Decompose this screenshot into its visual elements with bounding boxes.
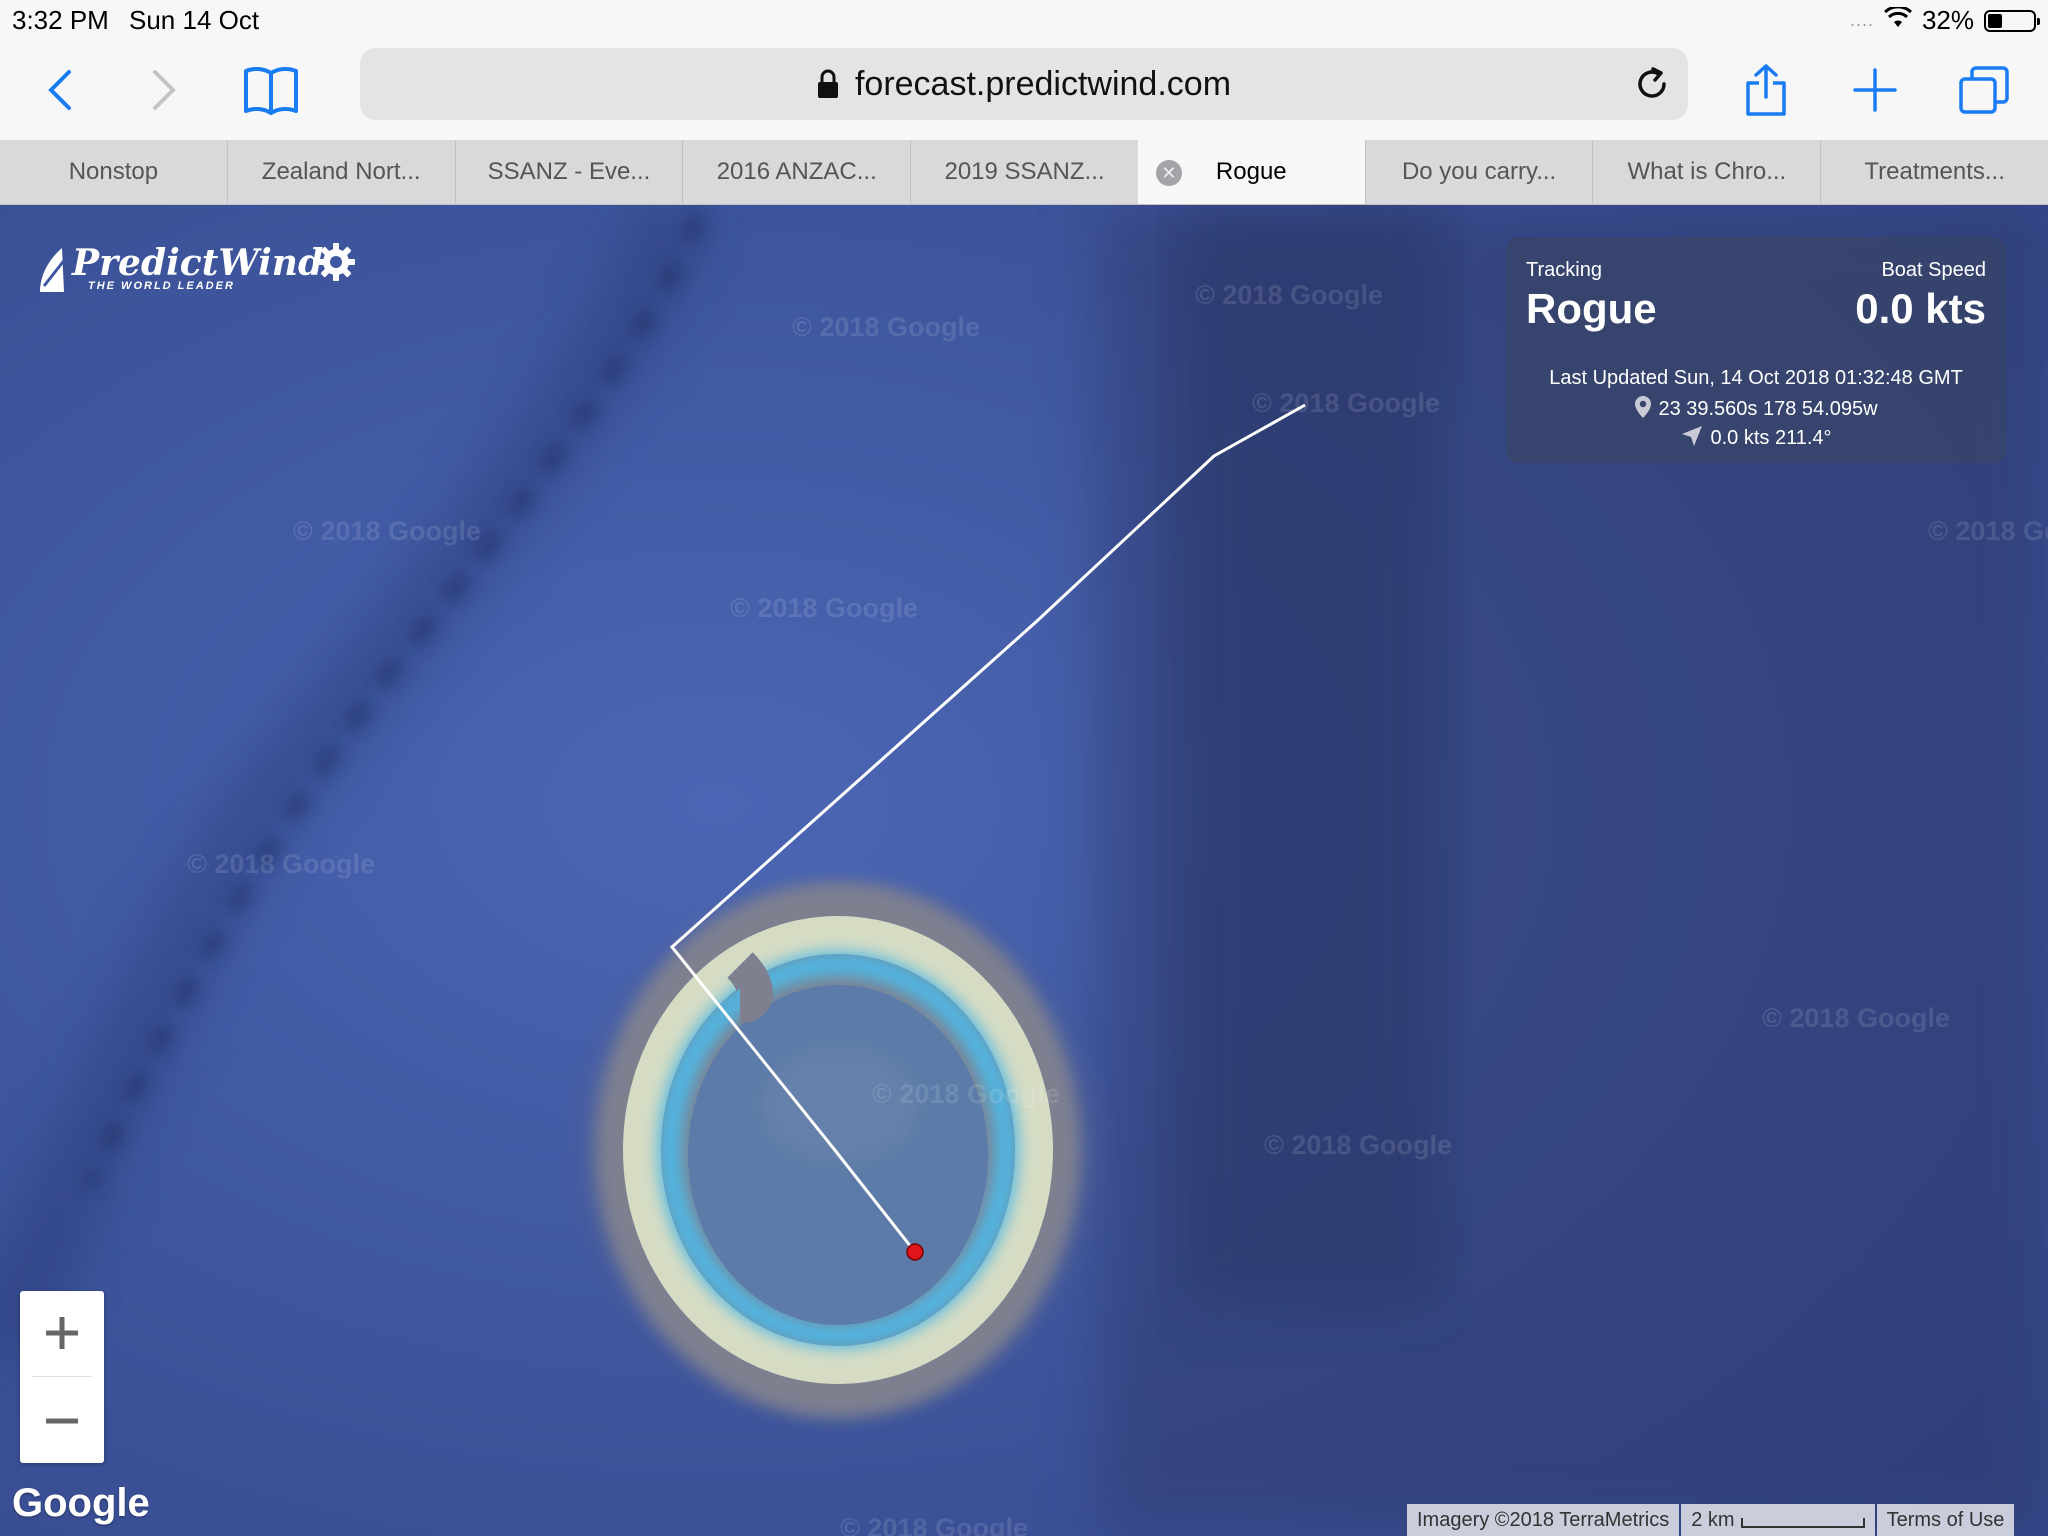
tab-zealand-north[interactable]: Zealand Nort... [226,140,455,204]
tab-do-you-carry[interactable]: Do you carry... [1364,140,1593,204]
url-text: forecast.predictwind.com [854,64,1232,103]
minus-icon [46,1418,78,1424]
tab-label: SSANZ - Eve... [487,158,651,185]
tab-label: What is Chro... [1627,158,1787,185]
heading-row: 0.0 kts 211.4° [1506,424,2006,450]
status-right: .... 32% [1849,5,2040,36]
settings-button[interactable] [316,242,356,287]
map-watermark: © 2018 Google [1928,516,2048,546]
reload-icon [1638,67,1666,98]
tab-2019-ssanz[interactable]: 2019 SSANZ... [910,140,1138,204]
position-row: 23 39.560s 178 54.095w [1506,395,2006,421]
scale-ruler [1740,1518,1865,1528]
chevron-right-icon [153,70,176,110]
map-watermark: © 2018 Google [1195,280,1383,310]
tab-2016-anzac[interactable]: 2016 ANZAC... [682,140,910,204]
status-date: Sun 14 Oct [129,5,260,35]
map-watermark: © 2018 Google [872,1079,1060,1109]
sail-logo-icon [40,248,68,292]
tab-label: 2019 SSANZ... [944,158,1105,185]
reload-button[interactable] [1634,66,1670,111]
battery-percent: 32% [1921,5,1974,35]
zoom-divider [32,1376,92,1377]
terms-of-use-link[interactable]: Terms of Use [1876,1504,2015,1536]
map-watermark: © 2018 Google [293,516,481,546]
address-bar[interactable]: forecast.predictwind.com [360,48,1688,120]
close-tab-icon[interactable]: ✕ [1155,160,1182,186]
share-button[interactable] [1736,60,1796,120]
plus-icon [1853,68,1897,112]
tracking-label: Tracking [1526,259,1602,281]
share-icon [1746,64,1786,116]
tracking-panel: Tracking Boat Speed Rogue 0.0 kts Last U… [1506,237,2006,463]
multitask-dots-icon: .... [1849,10,1874,30]
zoom-out-button[interactable] [20,1379,104,1463]
google-logo: Google [12,1481,150,1525]
lock-icon [817,69,838,98]
predictwind-logo[interactable]: PredictWind THE WORLD LEADER [38,242,323,292]
tab-label: Do you carry... [1401,158,1557,185]
heading-text: 0.0 kts 211.4° [1710,427,1832,449]
map-watermark: © 2018 Google [1264,1130,1452,1160]
tab-treatments[interactable]: Treatments... [1820,140,2048,204]
tab-ssanz-events[interactable]: SSANZ - Eve... [454,140,683,204]
book-icon [244,66,298,115]
last-updated: Last Updated Sun, 14 Oct 2018 01:32:48 G… [1549,367,1963,389]
tab-what-is-chro[interactable]: What is Chro... [1592,140,1820,204]
boat-speed: 0.0 kts [1855,285,1986,332]
zoom-in-button[interactable] [20,1291,104,1375]
imagery-credit: Imagery ©2018 TerraMetrics [1407,1504,1680,1536]
map-watermark: © 2018 Google [730,593,918,623]
logo-brand: PredictWind [72,242,324,284]
navigation-arrow-icon [1682,426,1703,446]
tab-label: 2016 ANZAC... [716,158,877,185]
tabs-icon [1959,66,2009,114]
tab-label: Treatments... [1864,158,2005,185]
boat-position-marker [906,1243,924,1261]
browser-toolbar: forecast.predictwind.com [0,40,2048,140]
chevron-left-icon [48,70,71,110]
position-text: 23 39.560s 178 54.095w [1658,398,1878,420]
boat-name: Rogue [1526,285,1657,332]
battery-fill [1988,13,2002,28]
scale-bar[interactable]: 2 km [1681,1504,1875,1536]
zoom-control [20,1291,104,1463]
scale-label: 2 km [1691,1509,1735,1531]
map-watermark: © 2018 Google [1252,388,1440,418]
gear-icon [317,243,355,281]
forward-button[interactable] [134,60,194,120]
plus-icon [46,1317,78,1349]
tab-nonstop[interactable]: Nonstop [0,140,227,204]
back-button[interactable] [30,60,90,120]
tab-label: Zealand Nort... [261,158,421,185]
location-pin-icon [1635,396,1652,418]
tabs-overview-button[interactable] [1954,60,2014,120]
new-tab-button[interactable] [1845,60,1905,120]
status-bar: 3:32 PM Sun 14 Oct .... 32% [0,0,2048,40]
map-watermark: © 2018 Google [840,1513,1028,1536]
speed-label: Boat Speed [1881,259,1986,281]
battery-icon [1984,9,2040,32]
status-time: 3:32 PM [12,5,109,35]
tab-label: Nonstop [68,158,159,185]
map-watermark: © 2018 Google [187,849,375,879]
map-view[interactable]: © 2018 Google © 2018 Google © 2018 Googl… [0,205,2048,1536]
tab-label: Rogue [1215,158,1287,185]
wifi-icon [1883,5,1912,36]
map-watermark: © 2018 Google [792,312,980,342]
tab-bar: Nonstop Zealand Nort... SSANZ - Eve... 2… [0,140,2048,205]
map-watermark: © 2018 Google [1762,1003,1950,1033]
map-attribution: Imagery ©2018 TerraMetrics 2 km Terms of… [1405,1504,2015,1536]
bookmarks-button[interactable] [240,60,302,120]
tab-rogue[interactable]: ✕ Rogue [1137,140,1365,204]
